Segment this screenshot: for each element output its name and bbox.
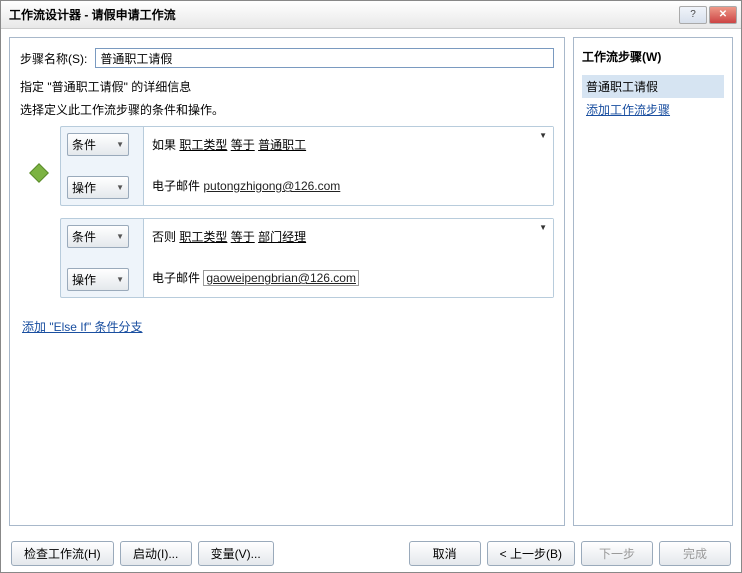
branch-gutter (20, 218, 60, 298)
window-title: 工作流设计器 - 请假申请工作流 (5, 6, 679, 23)
condition-prefix: 否则 (152, 230, 176, 244)
branch-block: 条件 ▼ 操作 ▼ ▼ 如果 (20, 126, 554, 206)
footer: 检查工作流(H) 启动(I)... 变量(V)... 取消 < 上一步(B) 下… (1, 534, 741, 572)
titlebar: 工作流设计器 - 请假申请工作流 ? ✕ (1, 1, 741, 29)
branch-body: 条件 ▼ 操作 ▼ ▼ 否则 (60, 218, 554, 298)
email-label: 电子邮件 (152, 271, 200, 285)
condition-value-link[interactable]: 普通职工 (258, 138, 306, 152)
block-button-column: 条件 ▼ 操作 ▼ (61, 219, 143, 297)
condition-action-block: 条件 ▼ 操作 ▼ ▼ 如果 (60, 126, 554, 206)
workflow-area: 条件 ▼ 操作 ▼ ▼ 如果 (20, 126, 554, 515)
close-button[interactable]: ✕ (709, 6, 737, 24)
condition-op-link[interactable]: 等于 (231, 138, 255, 152)
condition-field-link[interactable]: 职工类型 (179, 230, 227, 244)
email-value-link[interactable]: putongzhigong@126.com (203, 179, 340, 193)
branch-body: 条件 ▼ 操作 ▼ ▼ 如果 (60, 126, 554, 206)
cancel-button[interactable]: 取消 (409, 541, 481, 566)
add-step-link[interactable]: 添加工作流步骤 (582, 98, 724, 121)
condition-line: 否则 职工类型 等于 部门经理 (152, 225, 545, 248)
chevron-down-icon: ▼ (116, 275, 124, 284)
sidebar-step-item[interactable]: 普通职工请假 (582, 75, 724, 98)
window-root: 工作流设计器 - 请假申请工作流 ? ✕ 步骤名称(S): 指定 "普通职工请假… (0, 0, 742, 573)
branch-gutter (20, 126, 60, 206)
branch-block: 条件 ▼ 操作 ▼ ▼ 否则 (20, 218, 554, 298)
action-button-label: 操作 (72, 271, 96, 288)
instruction-text: 选择定义此工作流步骤的条件和操作。 (20, 101, 554, 118)
condition-prefix: 如果 (152, 138, 176, 152)
block-button-column: 条件 ▼ 操作 ▼ (61, 127, 143, 205)
action-button-label: 操作 (72, 179, 96, 196)
content-area: 步骤名称(S): 指定 "普通职工请假" 的详细信息 选择定义此工作流步骤的条件… (1, 29, 741, 534)
condition-button-label: 条件 (72, 136, 96, 153)
add-elseif-link[interactable]: 添加 "Else If" 条件分支 (22, 318, 143, 335)
action-dropdown-button[interactable]: 操作 ▼ (67, 176, 129, 199)
prev-button[interactable]: < 上一步(B) (487, 541, 575, 566)
condition-action-block: 条件 ▼ 操作 ▼ ▼ 否则 (60, 218, 554, 298)
block-content: ▼ 如果 职工类型 等于 普通职工 电子邮件 putongzhigong@126… (143, 127, 553, 205)
next-button: 下一步 (581, 541, 653, 566)
sidebar: 工作流步骤(W) 普通职工请假 添加工作流步骤 (573, 37, 733, 526)
chevron-down-icon: ▼ (116, 232, 124, 241)
chevron-down-icon[interactable]: ▼ (539, 223, 547, 232)
step-name-input[interactable] (95, 48, 554, 68)
condition-dropdown-button[interactable]: 条件 ▼ (67, 133, 129, 156)
chevron-down-icon[interactable]: ▼ (539, 131, 547, 140)
action-line: 电子邮件 putongzhigong@126.com (152, 174, 545, 197)
start-button[interactable]: 启动(I)... (120, 541, 192, 566)
titlebar-buttons: ? ✕ (679, 6, 737, 24)
email-value-link[interactable]: gaoweipengbrian@126.com (203, 270, 359, 286)
chevron-down-icon: ▼ (116, 140, 124, 149)
block-content: ▼ 否则 职工类型 等于 部门经理 电子邮件 gaoweipengbrian@1… (143, 219, 553, 297)
condition-field-link[interactable]: 职工类型 (179, 138, 227, 152)
diamond-icon (29, 163, 49, 183)
step-name-label: 步骤名称(S): (20, 50, 87, 67)
chevron-down-icon: ▼ (116, 183, 124, 192)
description-text: 指定 "普通职工请假" 的详细信息 (20, 78, 554, 95)
condition-value-link[interactable]: 部门经理 (258, 230, 306, 244)
condition-button-label: 条件 (72, 228, 96, 245)
action-line: 电子邮件 gaoweipengbrian@126.com (152, 266, 545, 289)
sidebar-title: 工作流步骤(W) (582, 48, 724, 65)
finish-button: 完成 (659, 541, 731, 566)
condition-dropdown-button[interactable]: 条件 ▼ (67, 225, 129, 248)
condition-op-link[interactable]: 等于 (231, 230, 255, 244)
action-dropdown-button[interactable]: 操作 ▼ (67, 268, 129, 291)
variables-button[interactable]: 变量(V)... (198, 541, 274, 566)
check-workflow-button[interactable]: 检查工作流(H) (11, 541, 114, 566)
help-button[interactable]: ? (679, 6, 707, 24)
condition-line: 如果 职工类型 等于 普通职工 (152, 133, 545, 156)
email-label: 电子邮件 (152, 179, 200, 193)
step-name-row: 步骤名称(S): (20, 48, 554, 68)
main-panel: 步骤名称(S): 指定 "普通职工请假" 的详细信息 选择定义此工作流步骤的条件… (9, 37, 565, 526)
